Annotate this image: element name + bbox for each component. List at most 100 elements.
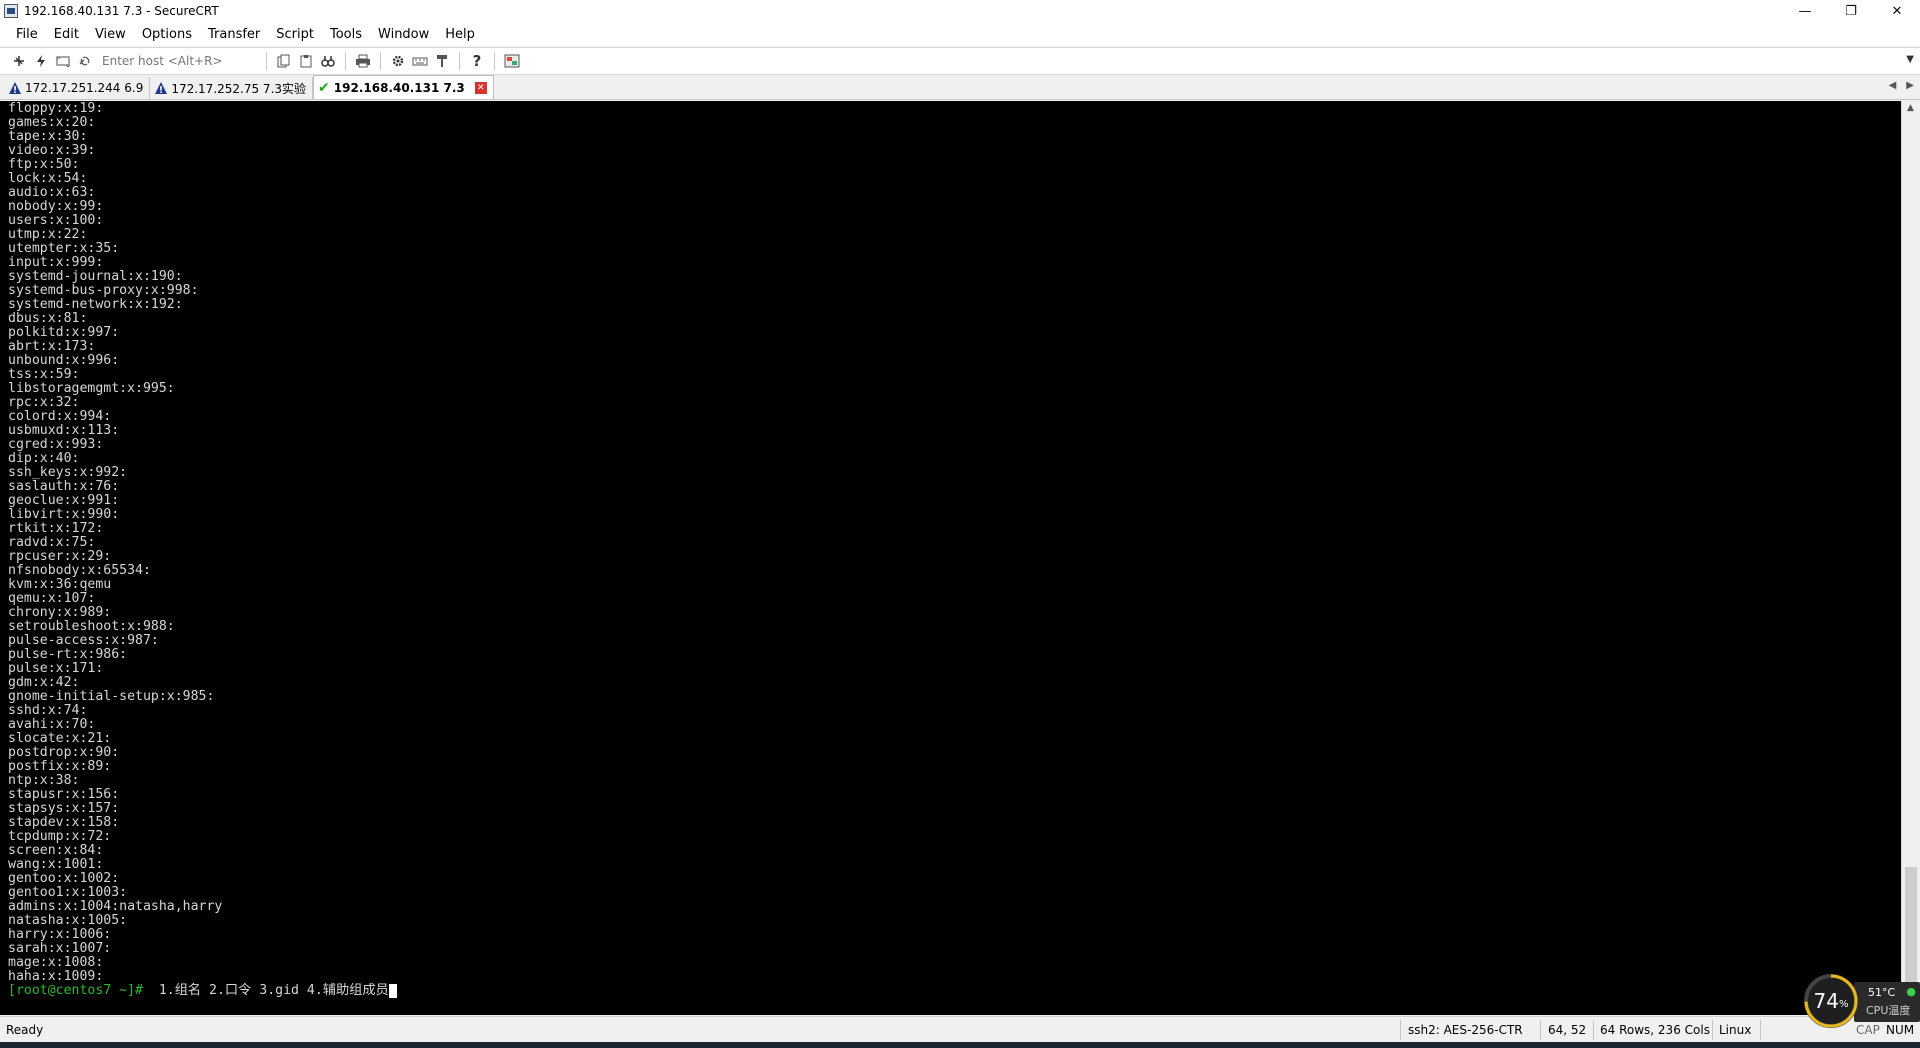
terminal-line: audio:x:63: <box>8 185 96 200</box>
close-button[interactable]: ✕ <box>1874 0 1920 22</box>
terminal-output[interactable]: floppy:x:19: games:x:20: tape:x:30: video:x… <box>0 101 1901 1015</box>
terminal-line: lock:x:54: <box>8 171 88 186</box>
menu-help[interactable]: Help <box>437 27 483 42</box>
tab-label: 172.17.251.244 6.9 <box>25 81 144 95</box>
terminal-line: nfsnobody:x:65534: <box>8 563 151 578</box>
terminal-line: screen:x:84: <box>8 843 104 858</box>
connect-bar-icon[interactable] <box>8 50 30 72</box>
status-bar: Ready ssh2: AES-256-CTR 64, 52 64 Rows, … <box>0 1016 1920 1042</box>
terminal-line: kvm:x:36:qemu <box>8 577 112 592</box>
terminal-line: chrony:x:989: <box>8 605 112 620</box>
keymap-icon[interactable] <box>409 50 431 72</box>
terminal-line: tss:x:59: <box>8 367 80 382</box>
terminal-line: dbus:x:81: <box>8 311 88 326</box>
menu-transfer[interactable]: Transfer <box>200 27 268 42</box>
terminal-line: saslauth:x:76: <box>8 479 120 494</box>
menu-options[interactable]: Options <box>134 27 200 42</box>
tab-label: 192.168.40.131 7.3 <box>333 80 465 95</box>
find-icon[interactable] <box>317 50 339 72</box>
status-cursor-position: 64, 52 <box>1548 1023 1587 1037</box>
terminal-line: utempter:x:35: <box>8 241 120 256</box>
toolbar-overflow-icon[interactable]: ▼ <box>1906 54 1914 65</box>
sftp-icon[interactable] <box>431 50 453 72</box>
cpu-temperature-panel: 51°C ● CPU温度 <box>1854 982 1920 1022</box>
toolbar: ? ▼ <box>0 47 1920 75</box>
terminal-line: polkitd:x:997: <box>8 325 120 340</box>
terminal-line: pulse:x:171: <box>8 661 104 676</box>
terminal-line: ftp:x:50: <box>8 157 80 172</box>
print-icon[interactable] <box>352 50 374 72</box>
screen-icon[interactable] <box>501 50 523 72</box>
menu-script[interactable]: Script <box>268 27 322 42</box>
host-input[interactable] <box>102 54 252 68</box>
terminal-line: pulse-access:x:987: <box>8 633 159 648</box>
terminal-line: gentoo:x:1002: <box>8 871 120 886</box>
terminal-line: gnome-initial-setup:x:985: <box>8 689 215 704</box>
terminal-line: postdrop:x:90: <box>8 745 120 760</box>
terminal-line: systemd-journal:x:190: <box>8 269 183 284</box>
tab-scroll-left-icon[interactable]: ◀ <box>1889 80 1897 91</box>
terminal-line: natasha:x:1005: <box>8 913 128 928</box>
cpu-monitor-widget[interactable]: 51°C ● CPU温度 74% <box>1804 974 1920 1028</box>
close-tab-icon[interactable]: ✕ <box>474 81 487 94</box>
toolbar-separator <box>266 52 267 70</box>
terminal-scrollbar[interactable]: ▲ ▼ <box>1901 101 1920 1015</box>
quick-connect-icon[interactable] <box>30 50 52 72</box>
terminal-line: floppy:x:19: <box>8 101 104 116</box>
terminal-line: games:x:20: <box>8 115 96 130</box>
status-divider <box>1760 1020 1761 1040</box>
terminal-line: abrt:x:173: <box>8 339 96 354</box>
menu-window[interactable]: Window <box>370 27 437 42</box>
status-divider <box>1593 1020 1594 1040</box>
text-cursor <box>388 984 397 998</box>
tab-172-17-252-75[interactable]: 172.17.252.75 7.3实验 <box>150 77 314 99</box>
terminal-line: qemu:x:107: <box>8 591 96 606</box>
terminal-line: slocate:x:21: <box>8 731 112 746</box>
cpu-temperature-label: CPU温度 <box>1866 1004 1911 1017</box>
securecrt-app-icon[interactable] <box>4 4 18 18</box>
menu-file[interactable]: File <box>8 27 46 42</box>
reconnect-icon[interactable] <box>52 50 74 72</box>
terminal-line: cgred:x:993: <box>8 437 104 452</box>
status-divider <box>1712 1020 1713 1040</box>
terminal-line: gentoo1:x:1003: <box>8 885 128 900</box>
terminal-line: radvd:x:75: <box>8 535 96 550</box>
paste-icon[interactable] <box>295 50 317 72</box>
terminal-line: ssh_keys:x:992: <box>8 465 128 480</box>
cpu-temperature: 51°C <box>1868 986 1896 999</box>
toolbar-separator <box>380 52 381 70</box>
menu-tools[interactable]: Tools <box>322 27 370 42</box>
tab-192-168-40-131[interactable]: ✔ 192.168.40.131 7.3 ✕ <box>313 75 494 99</box>
terminal-line: rpcuser:x:29: <box>8 549 112 564</box>
terminal-line: sarah:x:1007: <box>8 941 112 956</box>
title-bar: 192.168.40.131 7.3 - SecureCRT — ❐ ✕ <box>0 0 1920 22</box>
maximize-button[interactable]: ❐ <box>1828 0 1874 22</box>
settings-icon[interactable] <box>387 50 409 72</box>
prompt-line: [root@centos7 ~]# 1.组名 2.口令 3.gid 4.辅助组成… <box>8 984 1901 998</box>
terminal-line: colord:x:994: <box>8 409 112 424</box>
terminal-line: libvirt:x:990: <box>8 507 120 522</box>
minimize-button[interactable]: — <box>1782 0 1828 22</box>
connected-check-icon: ✔ <box>318 79 330 96</box>
tab-scroll-right-icon[interactable]: ▶ <box>1906 80 1914 91</box>
scroll-up-icon[interactable]: ▲ <box>1907 103 1914 113</box>
help-icon[interactable]: ? <box>466 50 488 72</box>
tab-172-17-251-244[interactable]: 172.17.251.244 6.9 <box>4 77 151 99</box>
toolbar-separator <box>345 52 346 70</box>
terminal-line: ntp:x:38: <box>8 773 80 788</box>
status-divider <box>1540 1020 1541 1040</box>
window-title: 192.168.40.131 7.3 - SecureCRT <box>24 4 219 18</box>
terminal-line: geoclue:x:991: <box>8 493 120 508</box>
warning-icon <box>154 81 168 95</box>
cpu-usage-arc <box>1804 974 1858 1028</box>
cpu-usage-gauge: 74% <box>1804 974 1858 1028</box>
terminal-line: rpc:x:32: <box>8 395 80 410</box>
terminal-line: systemd-network:x:192: <box>8 297 183 312</box>
menu-edit[interactable]: Edit <box>46 27 87 42</box>
disconnect-icon[interactable] <box>74 50 96 72</box>
menu-view[interactable]: View <box>87 27 134 42</box>
shell-prompt: [root@centos7 ~]# <box>8 983 143 998</box>
terminal-line: users:x:100: <box>8 213 104 228</box>
status-cipher: ssh2: AES-256-CTR <box>1408 1023 1523 1037</box>
copy-icon[interactable] <box>273 50 295 72</box>
